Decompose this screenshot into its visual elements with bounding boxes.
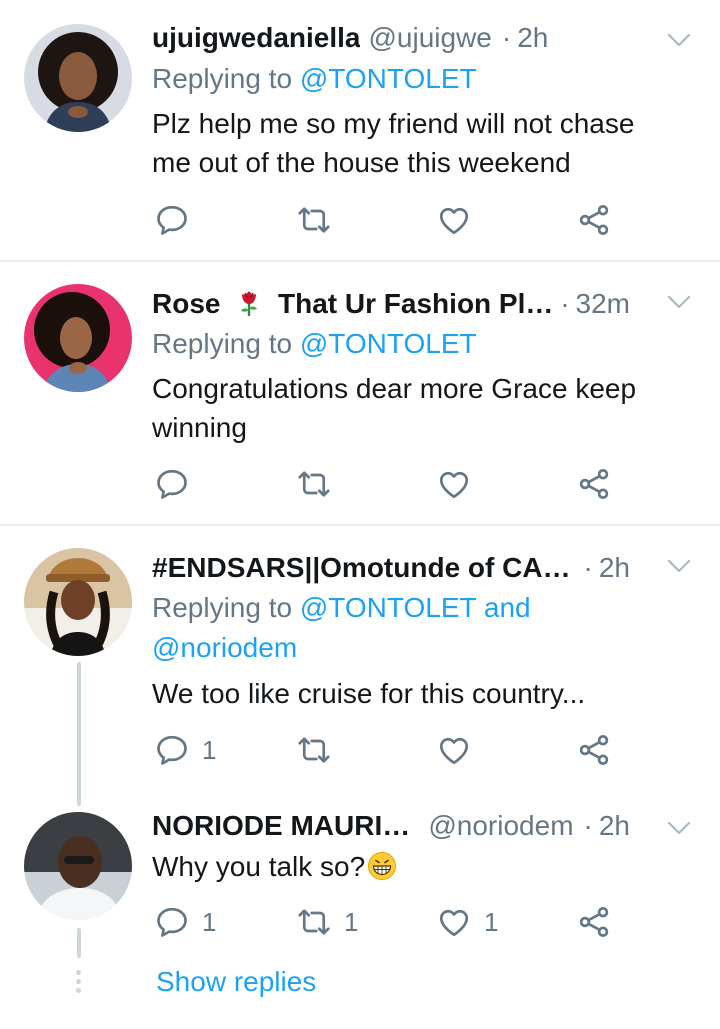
- timestamp[interactable]: 2h: [517, 22, 548, 54]
- retweet-icon: [296, 466, 332, 502]
- retweet-button[interactable]: [296, 200, 332, 240]
- tweet-text-line: Why you talk so?: [152, 851, 366, 882]
- share-icon: [576, 466, 612, 502]
- like-button[interactable]: [436, 464, 472, 504]
- share-button[interactable]: [576, 902, 612, 942]
- replying-to-label: Replying to: [152, 63, 293, 94]
- share-icon: [576, 732, 612, 768]
- retweet-button[interactable]: [296, 730, 332, 770]
- like-button[interactable]: 1: [436, 902, 498, 942]
- reply-button[interactable]: 1: [154, 902, 216, 942]
- mention-link[interactable]: @TONTOLET and: [300, 592, 531, 623]
- separator: ·: [583, 552, 593, 583]
- replying-to: Replying to @TONTOLET and @noriodem: [152, 588, 672, 668]
- chevron-down-icon[interactable]: [666, 556, 692, 576]
- tweet-header: Rose That Ur Fashion Plu... · 32m: [152, 284, 630, 324]
- avatar[interactable]: [24, 24, 132, 132]
- share-icon: [576, 202, 612, 238]
- author-handle[interactable]: @noriodem: [428, 810, 573, 842]
- retweet-count: 1: [344, 906, 359, 937]
- replying-to-label: Replying to: [152, 592, 293, 623]
- thread-line: [77, 928, 81, 958]
- like-button[interactable]: [436, 730, 472, 770]
- rose-emoji: [241, 291, 258, 316]
- timestamp[interactable]: 2h: [599, 552, 630, 584]
- like-icon: [436, 466, 472, 502]
- mention-link[interactable]: @noriodem: [152, 628, 672, 668]
- reply-icon: [154, 732, 190, 768]
- replying-to: Replying to @TONTOLET: [152, 324, 672, 364]
- timestamp[interactable]: 2h: [599, 810, 630, 842]
- show-replies-link[interactable]: Show replies: [156, 966, 316, 998]
- author-name-part: Rose: [152, 288, 221, 319]
- mention-link[interactable]: @TONTOLET: [300, 328, 477, 359]
- grinning-face-emoji: [368, 852, 397, 880]
- timestamp[interactable]: 32m: [576, 288, 630, 320]
- tweet-text: We too like cruise for this country...: [152, 674, 692, 713]
- tweet-header: NORIODE MAURICE @noriodem · 2h: [152, 806, 630, 846]
- like-count: 1: [484, 906, 499, 937]
- author-handle[interactable]: @ujuigwe: [368, 22, 491, 54]
- tweet-header: #ENDSARS||Omotunde of CAN... · 2h: [152, 548, 630, 588]
- tweet-actions: 1 1 1: [152, 902, 632, 942]
- reply-icon: [154, 202, 190, 238]
- tweet-3[interactable]: #ENDSARS||Omotunde of CAN... · 2h Replyi…: [0, 526, 720, 802]
- tweet-text-line: Congratulations dear more Grace keep: [152, 373, 637, 404]
- tweet-text: Why you talk so?: [152, 847, 692, 886]
- tweet-text: Congratulations dear more Grace keep win…: [152, 369, 692, 447]
- separator: ·: [583, 810, 593, 841]
- reply-button[interactable]: [154, 200, 190, 240]
- more-replies-dots: [76, 970, 82, 997]
- reply-button[interactable]: [154, 464, 190, 504]
- retweet-icon: [296, 202, 332, 238]
- share-button[interactable]: [576, 200, 612, 240]
- like-icon: [436, 202, 472, 238]
- author-name[interactable]: NORIODE MAURICE: [152, 810, 420, 842]
- chevron-down-icon[interactable]: [666, 292, 692, 312]
- separator: ·: [560, 288, 570, 319]
- reply-count: 1: [202, 906, 217, 937]
- share-icon: [576, 904, 612, 940]
- avatar[interactable]: [24, 548, 132, 656]
- tweet-actions: 1: [152, 730, 632, 770]
- replying-to-label: Replying to: [152, 328, 293, 359]
- share-button[interactable]: [576, 464, 612, 504]
- avatar[interactable]: [24, 812, 132, 920]
- like-icon: [436, 904, 472, 940]
- retweet-button[interactable]: [296, 464, 332, 504]
- tweet-text-line: winning: [152, 412, 247, 443]
- tweet-2[interactable]: Rose That Ur Fashion Plu... · 32m Replyi…: [0, 262, 720, 524]
- reply-button[interactable]: 1: [154, 730, 216, 770]
- chevron-down-icon[interactable]: [666, 30, 692, 50]
- like-icon: [436, 732, 472, 768]
- tweet-text-line: We too like cruise for this country...: [152, 678, 586, 709]
- author-name[interactable]: ujuigwedaniella: [152, 22, 360, 54]
- retweet-button[interactable]: 1: [296, 902, 358, 942]
- tweet-header: ujuigwedaniella @ujuigwe · 2h: [152, 18, 630, 58]
- retweet-icon: [296, 904, 332, 940]
- tweet-text-line: me out of the house this weekend: [152, 147, 571, 178]
- tweet-text-line: Plz help me so my friend will not chase: [152, 108, 635, 139]
- tweet-4[interactable]: NORIODE MAURICE @noriodem · 2h Why you t…: [0, 802, 720, 1029]
- reply-count: 1: [202, 734, 217, 765]
- tweet-actions: [152, 464, 632, 504]
- like-button[interactable]: [436, 200, 472, 240]
- thread-line: [77, 662, 81, 806]
- author-name[interactable]: Rose That Ur Fashion Plu...: [152, 288, 560, 320]
- tweet-1[interactable]: ujuigwedaniella @ujuigwe · 2h Replying t…: [0, 0, 720, 260]
- avatar[interactable]: [24, 284, 132, 392]
- replying-to: Replying to @TONTOLET: [152, 59, 672, 99]
- share-button[interactable]: [576, 730, 612, 770]
- reply-icon: [154, 904, 190, 940]
- retweet-icon: [296, 732, 332, 768]
- tweet-text: Plz help me so my friend will not chase …: [152, 104, 692, 182]
- reply-icon: [154, 466, 190, 502]
- tweet-actions: [152, 200, 632, 240]
- author-name-part: That Ur Fashion Plu...: [278, 288, 561, 319]
- separator: ·: [501, 22, 512, 53]
- mention-link[interactable]: @TONTOLET: [300, 63, 477, 94]
- author-name[interactable]: #ENDSARS||Omotunde of CAN...: [152, 552, 584, 584]
- chevron-down-icon[interactable]: [666, 818, 692, 838]
